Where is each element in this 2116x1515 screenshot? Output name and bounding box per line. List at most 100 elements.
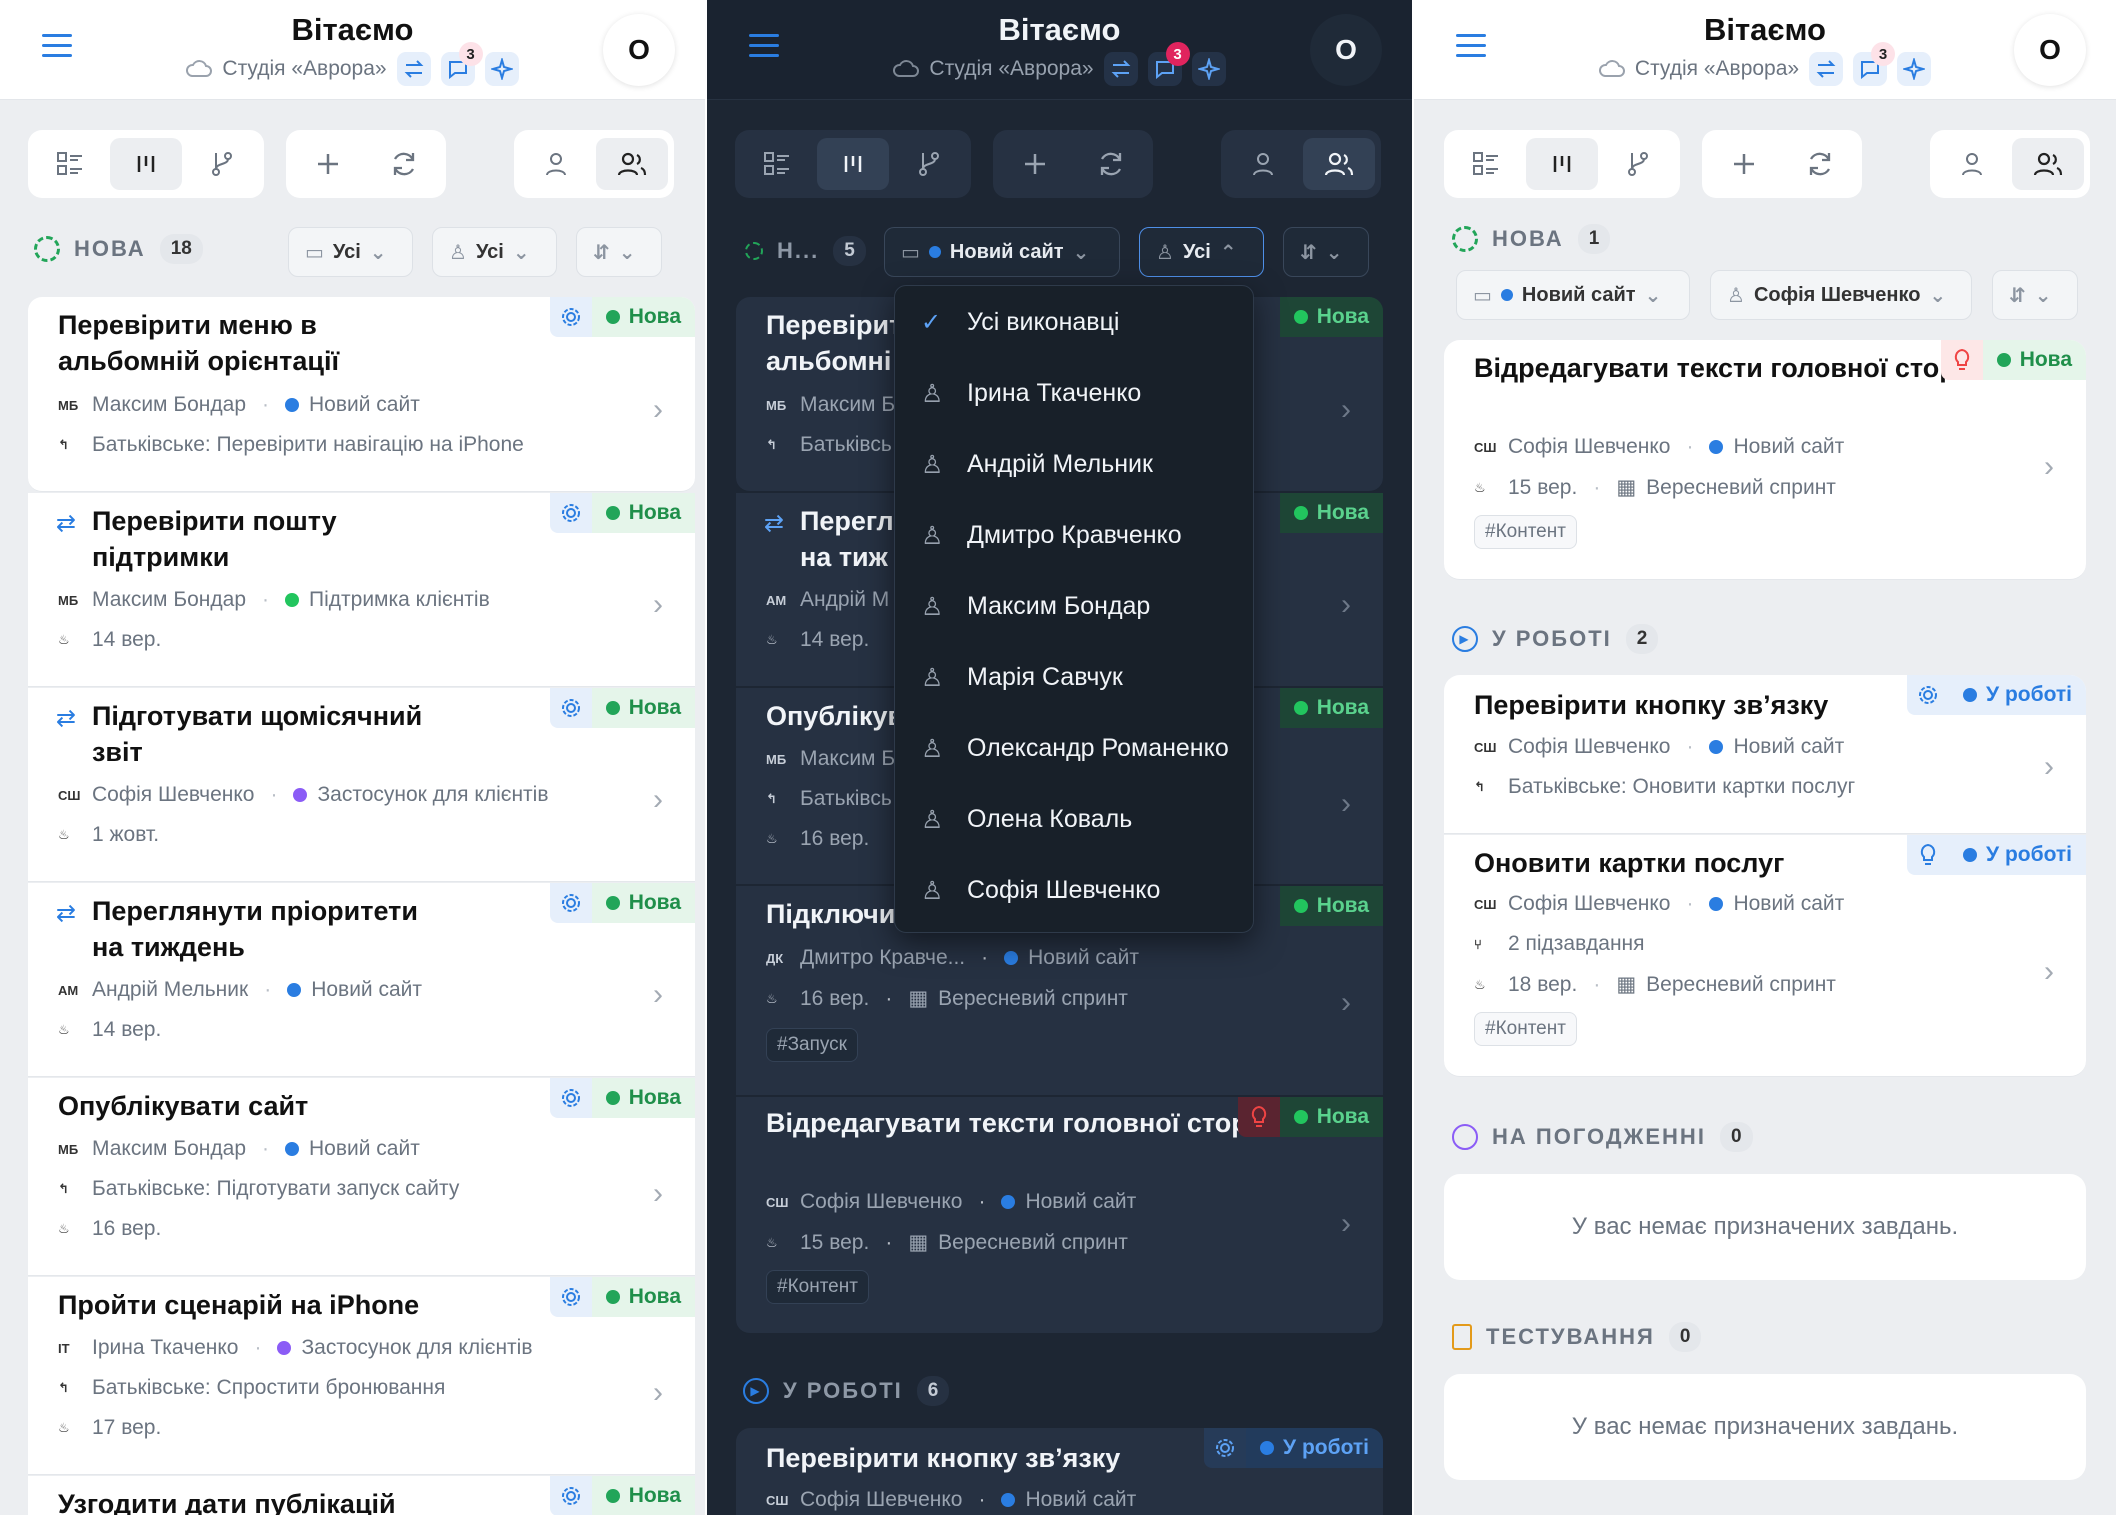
branch-view-icon[interactable]: [186, 138, 258, 190]
avatar[interactable]: О: [603, 14, 675, 86]
assignee-filter[interactable]: ♙ Усі ⌄: [432, 227, 557, 277]
project-filter[interactable]: ▭ Новий сайт ⌄: [884, 227, 1120, 277]
sparkle-icon[interactable]: [1897, 52, 1932, 86]
team-tasks-icon[interactable]: [1303, 138, 1375, 190]
sort-icon: ⇵: [1300, 241, 1317, 264]
my-tasks-icon[interactable]: [520, 138, 592, 190]
task-card[interactable]: Перевірити кнопку зв’язку У роботі СШ Соф…: [1444, 675, 2086, 834]
flame-icon: ♨: [58, 1221, 70, 1236]
dropdown-option[interactable]: ♙ Максим Бондар: [895, 571, 1253, 642]
sparkle-icon[interactable]: [484, 52, 519, 86]
section-in-progress[interactable]: ▶ У РОБОТІ 2: [1452, 624, 1659, 654]
dropdown-option[interactable]: ✓ Усі виконавці: [895, 287, 1253, 358]
sync-icon[interactable]: [396, 52, 431, 86]
dropdown-option[interactable]: ♙ Андрій Мельник: [895, 429, 1253, 500]
chat-icon[interactable]: 3: [440, 42, 483, 86]
dropdown-option[interactable]: ♙ Марія Савчук: [895, 642, 1253, 713]
my-tasks-icon[interactable]: [1936, 138, 2008, 190]
gear-icon: [549, 297, 592, 337]
recurring-icon: ⇄: [56, 510, 77, 537]
refresh-icon[interactable]: [368, 138, 440, 190]
section-new[interactable]: НОВА 1: [1452, 224, 1611, 254]
person-icon: ♙: [921, 521, 944, 550]
sort-button[interactable]: ⇵ ⌄: [1992, 270, 2078, 320]
task-card[interactable]: Пройти сценарій на iPhone Нова ІТ Ірина Т…: [28, 1277, 695, 1475]
flame-icon: ♨: [1474, 976, 1486, 992]
dropdown-option[interactable]: ♙ Дмитро Кравченко: [895, 500, 1253, 571]
sync-icon[interactable]: [1809, 52, 1844, 86]
flame-icon: ♨: [1474, 479, 1486, 495]
task-card[interactable]: Перевірити меню в альбомній орієнтації Н…: [28, 297, 695, 492]
task-card[interactable]: Оновити картки послуг У роботі СШ Софія Ш…: [1444, 835, 2086, 1077]
branch-view-icon[interactable]: [893, 138, 965, 190]
team-tasks-icon[interactable]: [2012, 138, 2084, 190]
task-card[interactable]: Відредагувати тексти головної сторінки Н…: [1444, 340, 2086, 580]
assignee-initials: МБ: [58, 397, 79, 413]
cloud-icon: [893, 60, 920, 78]
gear-icon: [549, 493, 592, 533]
chevron-down-icon: ⌄: [1644, 284, 1662, 307]
task-card[interactable]: Узгодити дати публікацій Нова: [28, 1476, 695, 1515]
project-filter[interactable]: ▭ Новий сайт ⌄: [1456, 270, 1690, 320]
add-icon[interactable]: [999, 138, 1071, 190]
task-title: Підготувати щомісячний звіт: [92, 701, 423, 767]
task-card[interactable]: Підготувати щомісячний звіт ⇄ Нова СШ Соф…: [28, 688, 695, 882]
section-label: НОВА: [74, 236, 146, 261]
assignee-filter[interactable]: ♙ Усі ⌃: [1139, 227, 1264, 277]
section-new[interactable]: НОВА 18: [34, 234, 203, 264]
tag[interactable]: #Контент: [1474, 1012, 1577, 1046]
chat-icon[interactable]: 3: [1147, 42, 1190, 86]
chat-icon[interactable]: 3: [1853, 42, 1896, 86]
dropdown-option[interactable]: ♙ Олена Коваль: [895, 784, 1253, 855]
assignee-filter[interactable]: ♙ Софія Шевченко ⌄: [1710, 270, 1972, 320]
task-card[interactable]: Перевірити пошту підтримки ⇄ Нова МБ Макс…: [28, 493, 695, 687]
add-icon[interactable]: [1708, 138, 1780, 190]
task-title: Перевірити меню в альбомній орієнтації: [58, 310, 340, 376]
list-view-icon[interactable]: [1450, 138, 1522, 190]
sort-button[interactable]: ⇵ ⌄: [1283, 227, 1369, 277]
add-icon[interactable]: [292, 138, 364, 190]
list-view-icon[interactable]: [741, 138, 813, 190]
avatar[interactable]: О: [2014, 14, 2086, 86]
status-badge: Нова: [1279, 297, 1383, 337]
board-view-icon[interactable]: [817, 138, 889, 190]
list-view-icon[interactable]: [34, 138, 106, 190]
tag[interactable]: #Контент: [1474, 515, 1577, 549]
empty-state: У вас немає призначених завдань.: [1444, 1374, 2086, 1480]
tag[interactable]: #Контент: [766, 1270, 869, 1304]
team-tasks-icon[interactable]: [596, 138, 668, 190]
sort-button[interactable]: ⇵ ⌄: [576, 227, 662, 277]
section-testing[interactable]: ТЕСТУВАННЯ 0: [1452, 1322, 1702, 1352]
status-badge: У роботі: [1246, 1428, 1383, 1468]
dropdown-option[interactable]: ♙ Софія Шевченко: [895, 855, 1253, 926]
panel-dark-dropdown: Вітаємо Студія «Аврора» 3 О Н... 5 ▭ Нови…: [707, 0, 1412, 1515]
project-filter[interactable]: ▭ Усі ⌄: [288, 227, 413, 277]
status-badge: Нова: [591, 883, 695, 923]
task-card[interactable]: Перевірити кнопку зв’язку У роботі СШ Соф…: [736, 1428, 1383, 1515]
tag[interactable]: #Запуск: [766, 1028, 858, 1062]
task-card[interactable]: Опублікувати сайт Нова МБ Максим Бондар · Н…: [28, 1078, 695, 1276]
section-review[interactable]: НА ПОГОДЖЕННІ 0: [1452, 1122, 1753, 1152]
branch-view-icon[interactable]: [1602, 138, 1674, 190]
sync-icon[interactable]: [1103, 52, 1138, 86]
refresh-icon[interactable]: [1784, 138, 1856, 190]
board-view-icon[interactable]: [1526, 138, 1598, 190]
my-tasks-icon[interactable]: [1227, 138, 1299, 190]
chevron-right-icon: ›: [653, 1376, 663, 1409]
status-badge: Нова: [1279, 688, 1383, 728]
chevron-right-icon: ›: [2044, 955, 2054, 988]
play-icon: ▶: [1452, 626, 1478, 652]
app-header: Вітаємо Студія «Аврора» 3 О: [707, 0, 1412, 100]
dropdown-option[interactable]: ♙ Ірина Ткаченко: [895, 358, 1253, 429]
refresh-icon[interactable]: [1075, 138, 1147, 190]
avatar[interactable]: О: [1310, 14, 1382, 86]
section-in-progress[interactable]: ▶ У РОБОТІ 6: [743, 1376, 950, 1406]
dropdown-option[interactable]: ♙ Олександр Романенко: [895, 713, 1253, 784]
chevron-right-icon: ›: [653, 588, 663, 621]
page-title: Вітаємо: [998, 12, 1121, 47]
board-view-icon[interactable]: [110, 138, 182, 190]
task-card[interactable]: Переглянути пріоритети на тиждень ⇄ Нова…: [28, 883, 695, 1077]
task-card[interactable]: Відредагувати тексти головної сторінки Н…: [736, 1097, 1383, 1334]
section-new[interactable]: Н... 5: [745, 236, 866, 266]
sparkle-icon[interactable]: [1191, 52, 1226, 86]
